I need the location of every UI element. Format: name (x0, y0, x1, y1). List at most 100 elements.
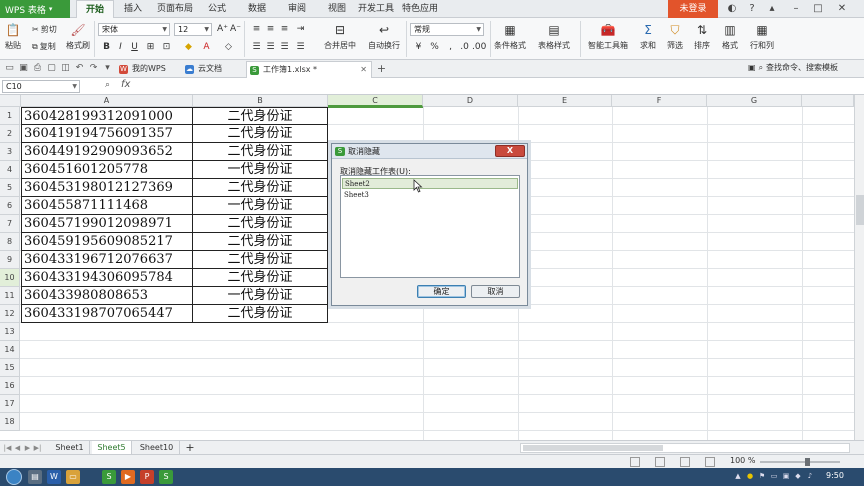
cell-id-number[interactable]: 360433198707065447 (21, 305, 193, 323)
dialog-close-button[interactable]: X (495, 145, 525, 157)
tab-home[interactable]: 开始 (76, 0, 114, 18)
hidden-sheet-list[interactable]: Sheet2 Sheet3 (340, 175, 520, 278)
close-icon[interactable]: ✕ (832, 0, 852, 18)
cell-id-number[interactable]: 360455871111468 (21, 197, 193, 215)
percent-button[interactable]: % (428, 41, 441, 54)
row-header[interactable]: 5 (0, 179, 20, 197)
column-header-b[interactable]: B (193, 95, 328, 107)
formula-input[interactable] (138, 80, 858, 93)
font-color-icon[interactable]: A (200, 41, 213, 54)
fullscreen-view-icon[interactable] (705, 457, 715, 467)
clear-format-icon[interactable]: ◇ (222, 41, 235, 54)
print-preview-icon[interactable]: ▢ (46, 63, 57, 74)
new-tab-icon[interactable]: + (376, 63, 387, 74)
volume-icon[interactable]: ♪ (806, 472, 814, 480)
next-sheet-icon[interactable]: ▶ (23, 443, 32, 453)
vertical-scrollbar[interactable] (854, 95, 864, 440)
align-top-icon[interactable]: ≡ (250, 23, 263, 36)
cell-id-type[interactable]: 二代身份证 (193, 305, 328, 323)
align-left-icon[interactable]: ☰ (250, 41, 263, 54)
copy-button[interactable]: ⧉ 复制 (32, 41, 56, 52)
select-all-corner[interactable] (0, 95, 21, 107)
row-header[interactable]: 10 (0, 269, 20, 287)
align-middle-icon[interactable]: ≡ (264, 23, 277, 36)
folder-icon[interactable]: ▭ (4, 63, 15, 74)
add-sheet-button[interactable]: + (182, 441, 198, 455)
app-menu-button[interactable]: WPS 表格 ▾ (0, 0, 70, 18)
folder-icon[interactable]: ▭ (66, 470, 80, 484)
tab-page-layout[interactable]: 页面布局 (152, 0, 198, 18)
normal-view-icon[interactable] (630, 457, 640, 467)
tab-formulas[interactable]: 公式 (202, 0, 232, 18)
filter-button[interactable]: ⛉ 筛选 (667, 22, 683, 51)
underline-button[interactable]: U (128, 41, 141, 54)
sum-button[interactable]: Σ 求和 (640, 22, 656, 51)
increase-decimal-icon[interactable]: .0 (458, 41, 471, 54)
cell-id-number[interactable]: 360433196712076637 (21, 251, 193, 269)
list-item[interactable]: Sheet3 (342, 190, 518, 201)
font-size-select[interactable]: 12 ▼ (174, 23, 212, 36)
sheet-tab-sheet5[interactable]: Sheet5 (92, 441, 132, 455)
doc-tab-my-wps[interactable]: W 我的WPS (116, 61, 180, 78)
word-icon[interactable]: W (47, 470, 61, 484)
align-bottom-icon[interactable]: ≡ (278, 23, 291, 36)
print-icon[interactable]: ⎙ (32, 63, 43, 74)
wps-spreadsheet-icon[interactable]: S (102, 470, 116, 484)
row-header[interactable]: 15 (0, 359, 20, 377)
row-header[interactable]: 18 (0, 413, 20, 431)
bold-button[interactable]: B (100, 41, 113, 54)
cell-id-type[interactable]: 二代身份证 (193, 215, 328, 233)
network-icon[interactable]: ▲ (734, 472, 742, 480)
undo-icon[interactable]: ↶ (74, 63, 85, 74)
fx-icon[interactable]: fx (121, 79, 130, 90)
align-right-icon[interactable]: ☰ (278, 41, 291, 54)
auto-wrap-button[interactable]: ↩ 自动换行 (368, 22, 400, 51)
prev-sheet-icon[interactable]: ◀ (13, 443, 22, 453)
column-header-g[interactable]: G (707, 95, 802, 107)
security-icon[interactable]: ◆ (794, 472, 802, 480)
conditional-format-button[interactable]: ▦ 条件格式 (494, 22, 526, 51)
sheet-tab-sheet10[interactable]: Sheet10 (134, 441, 180, 455)
export-icon[interactable]: ◫ (60, 63, 71, 74)
cell-id-number[interactable]: 360433980808653 (21, 287, 193, 305)
ribbon-collapse-icon[interactable]: ▴ (762, 0, 782, 18)
cell-id-type[interactable]: 一代身份证 (193, 161, 328, 179)
redo-icon[interactable]: ↷ (88, 63, 99, 74)
row-header[interactable]: 14 (0, 341, 20, 359)
media-icon[interactable]: ▶ (121, 470, 135, 484)
tab-insert[interactable]: 插入 (116, 0, 150, 18)
cell-id-type[interactable]: 二代身份证 (193, 269, 328, 287)
save-icon[interactable]: ▣ (18, 63, 29, 74)
column-header-e[interactable]: E (518, 95, 612, 107)
search-command[interactable]: ▣ ⌕ 查找命令、搜索模板 (748, 62, 838, 73)
help-icon[interactable]: ? (742, 0, 762, 18)
thousands-icon[interactable]: , (444, 41, 457, 54)
tab-special[interactable]: 特色应用 (400, 0, 440, 18)
page-break-view-icon[interactable] (655, 457, 665, 467)
align-center-icon[interactable]: ☰ (264, 41, 277, 54)
row-header[interactable]: 13 (0, 323, 20, 341)
cell-id-type[interactable]: 二代身份证 (193, 233, 328, 251)
rows-cols-button[interactable]: ▦ 行和列 (750, 22, 774, 51)
row-header[interactable]: 11 (0, 287, 20, 305)
close-tab-icon[interactable]: ✕ (360, 62, 367, 78)
fill-color-icon[interactable]: ◆ (182, 41, 195, 54)
start-button-icon[interactable] (6, 469, 22, 485)
cell-id-type[interactable]: 一代身份证 (193, 197, 328, 215)
maximize-icon[interactable]: □ (808, 0, 828, 18)
decrease-decimal-icon[interactable]: .00 (472, 41, 486, 54)
border-icon[interactable]: ⊞ (144, 41, 157, 54)
zoom-slider-knob[interactable] (805, 458, 810, 466)
cell-id-type[interactable]: 二代身份证 (193, 251, 328, 269)
name-box[interactable]: C10 ▼ (2, 80, 80, 93)
magnifier-icon[interactable]: ⌕ (105, 80, 110, 90)
cell-id-type[interactable]: 二代身份证 (193, 179, 328, 197)
row-header[interactable]: 1 (0, 107, 20, 125)
scroll-thumb[interactable] (523, 445, 663, 451)
format-painter-button[interactable]: 🖌 格式刷 (66, 22, 90, 51)
currency-icon[interactable]: ¥ (412, 41, 425, 54)
tab-view[interactable]: 视图 (322, 0, 352, 18)
column-header-f[interactable]: F (612, 95, 707, 107)
tab-review[interactable]: 审阅 (282, 0, 312, 18)
row-header[interactable]: 3 (0, 143, 20, 161)
